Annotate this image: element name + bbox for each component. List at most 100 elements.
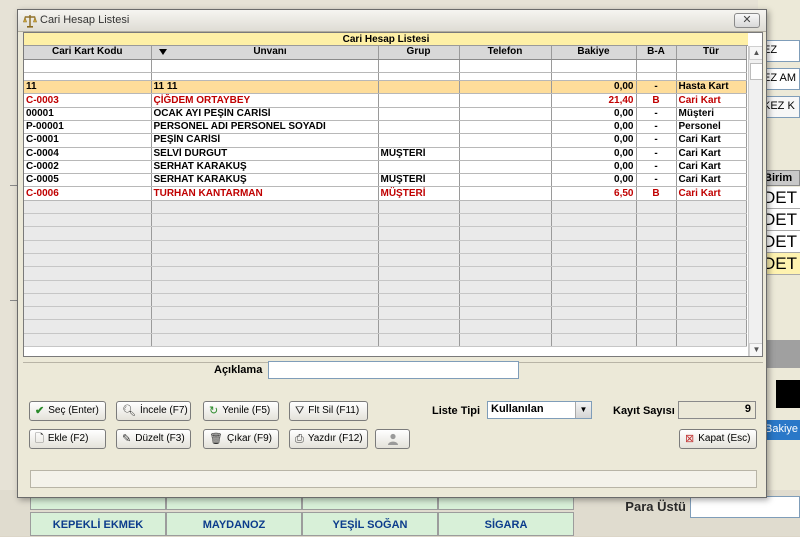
filter-cell[interactable]	[24, 59, 152, 74]
product-button[interactable]: KEPEKLİ EKMEK	[30, 512, 166, 536]
filter-cell[interactable]	[551, 59, 637, 74]
background-bakiye-label[interactable]: Bakiye	[763, 420, 800, 440]
cell-kod[interactable]: P-00001	[24, 120, 152, 135]
cell-kod[interactable]: C-0006	[24, 186, 152, 201]
table-row[interactable]: 00001 OCAK AYI PEŞİN CARİSİ 0,00- Müşteri	[24, 107, 747, 121]
sec-button[interactable]: ✔ Seç (Enter)	[29, 401, 106, 421]
incele-button[interactable]: 🔍︎ İncele (F7)	[116, 401, 191, 421]
cell-ba[interactable]: -	[636, 173, 677, 188]
table-row[interactable]: 11 11 11 0,00- Hasta Kart	[24, 80, 747, 95]
background-product-row-top[interactable]	[438, 496, 574, 510]
cell-telefon[interactable]	[459, 186, 552, 201]
cell-telefon[interactable]	[459, 160, 552, 175]
background-product-row-top[interactable]	[30, 496, 166, 510]
column-header-kod[interactable]: Cari Kart Kodu	[24, 46, 152, 60]
cell-ba[interactable]: B	[636, 186, 677, 201]
cell-tur[interactable]: Cari Kart	[676, 147, 747, 161]
cell-grup[interactable]: MÜŞTERİ	[378, 186, 460, 201]
cell-unvan[interactable]: 11 11	[151, 80, 379, 95]
cell-telefon[interactable]	[459, 93, 552, 108]
cell-bakiye[interactable]: 0,00	[551, 80, 637, 95]
cell-unvan[interactable]: SERHAT KARAKUŞ	[151, 160, 379, 175]
cell-grup[interactable]	[378, 93, 460, 108]
filter-cell[interactable]	[378, 59, 460, 74]
cell-ba[interactable]: -	[636, 107, 677, 121]
cell-bakiye[interactable]: 0,00	[551, 147, 637, 161]
cell-bakiye[interactable]: 6,50	[551, 186, 637, 201]
yenile-button[interactable]: ↻ Yenile (F5)	[203, 401, 279, 421]
table-row[interactable]: C-0005 SERHAT KARAKUŞ MÜŞTERİ 0,00- Cari Kar…	[24, 173, 747, 188]
cell-kod[interactable]: C-0002	[24, 160, 152, 175]
filter-cell[interactable]	[151, 59, 379, 74]
liste-tipi-select[interactable]: Kullanılan ▼	[487, 401, 592, 419]
scroll-up-icon[interactable]: ▲	[749, 46, 762, 60]
cell-bakiye[interactable]: 0,00	[551, 133, 637, 148]
cell-unvan[interactable]: SERHAT KARAKUŞ	[151, 173, 379, 188]
cell-unvan[interactable]: TURHAN KANTARMAN	[151, 186, 379, 201]
cell-telefon[interactable]	[459, 173, 552, 188]
filter-cell[interactable]	[636, 59, 677, 74]
cell-tur[interactable]: Cari Kart	[676, 133, 747, 148]
column-header-unvan[interactable]: Ünvanı	[151, 46, 379, 60]
table-row[interactable]: C-0001 PEŞİN CARİSİ 0,00- Cari Kart	[24, 133, 747, 148]
filter-cell[interactable]	[676, 59, 747, 74]
chevron-down-icon[interactable]: ▼	[575, 402, 591, 418]
column-header-tur[interactable]: Tür	[676, 46, 747, 60]
cell-kod[interactable]: C-0003	[24, 93, 152, 108]
cell-kod[interactable]: 11	[24, 80, 152, 95]
filter-row[interactable]	[24, 59, 747, 74]
cell-ba[interactable]: B	[636, 93, 677, 108]
cell-grup[interactable]	[378, 107, 460, 121]
kapat-button[interactable]: ⊠ Kapat (Esc)	[679, 429, 757, 449]
background-product-row-top[interactable]	[302, 496, 438, 510]
cell-unvan[interactable]: SELVİ DURGUT	[151, 147, 379, 161]
yazdir-button[interactable]: ⎙ Yazdır (F12)	[289, 429, 368, 449]
cell-telefon[interactable]	[459, 80, 552, 95]
cell-tur[interactable]: Cari Kart	[676, 93, 747, 108]
filtre-sil-button[interactable]: ⛛ Flt Sil (F11)	[289, 401, 368, 421]
cell-bakiye[interactable]: 0,00	[551, 160, 637, 175]
cell-bakiye[interactable]: 0,00	[551, 107, 637, 121]
product-button[interactable]: YEŞİL SOĞAN	[302, 512, 438, 536]
cell-grup[interactable]	[378, 133, 460, 148]
para-ustu-field[interactable]	[690, 496, 800, 518]
product-button[interactable]: MAYDANOZ	[166, 512, 302, 536]
cell-tur[interactable]: Cari Kart	[676, 186, 747, 201]
cell-kod[interactable]: C-0005	[24, 173, 152, 188]
cell-grup[interactable]: MÜŞTERİ	[378, 173, 460, 188]
cell-ba[interactable]: -	[636, 80, 677, 95]
vertical-scrollbar[interactable]: ▲ ▼	[748, 46, 762, 356]
table-row[interactable]: P-00001 PERSONEL ADI PERSONEL SOYADI 0,00-…	[24, 120, 747, 135]
cell-telefon[interactable]	[459, 147, 552, 161]
title-bar[interactable]: Cari Hesap Listesi ✕	[18, 10, 766, 32]
cell-grup[interactable]: MÜŞTERİ	[378, 147, 460, 161]
column-header-ba[interactable]: B-A	[636, 46, 677, 60]
table-row[interactable]: C-0006 TURHAN KANTARMAN MÜŞTERİ 6,50 B Cari K…	[24, 186, 747, 201]
cell-unvan[interactable]: OCAK AYI PEŞİN CARİSİ	[151, 107, 379, 121]
table-row[interactable]: C-0002 SERHAT KARAKUŞ 0,00- Cari Kart	[24, 160, 747, 175]
column-header-grup[interactable]: Grup	[378, 46, 460, 60]
filter-cell[interactable]	[459, 59, 552, 74]
cell-ba[interactable]: -	[636, 133, 677, 148]
cell-kod[interactable]: 00001	[24, 107, 152, 121]
column-header-telefon[interactable]: Telefon	[459, 46, 552, 60]
cell-telefon[interactable]	[459, 133, 552, 148]
table-row[interactable]: C-0003 ÇİĞDEM ORTAYBEY 21,40 B Cari Kart	[24, 93, 747, 108]
duzelt-button[interactable]: ✎ Düzelt (F3)	[116, 429, 191, 449]
background-product-row-top[interactable]	[166, 496, 302, 510]
aciklama-input[interactable]	[268, 361, 519, 379]
cell-tur[interactable]: Cari Kart	[676, 160, 747, 175]
cell-bakiye[interactable]: 21,40	[551, 93, 637, 108]
cell-tur[interactable]: Müşteri	[676, 107, 747, 121]
cell-tur[interactable]: Cari Kart	[676, 173, 747, 188]
cell-kod[interactable]: C-0001	[24, 133, 152, 148]
cell-telefon[interactable]	[459, 120, 552, 135]
column-header-bakiye[interactable]: Bakiye	[551, 46, 637, 60]
cell-bakiye[interactable]: 0,00	[551, 173, 637, 188]
ekle-button[interactable]: 🗋 Ekle (F2)	[29, 429, 106, 449]
cell-tur[interactable]: Hasta Kart	[676, 80, 747, 95]
cell-telefon[interactable]	[459, 107, 552, 121]
scroll-down-icon[interactable]: ▼	[749, 343, 762, 356]
cell-unvan[interactable]: PEŞİN CARİSİ	[151, 133, 379, 148]
cell-bakiye[interactable]: 0,00	[551, 120, 637, 135]
